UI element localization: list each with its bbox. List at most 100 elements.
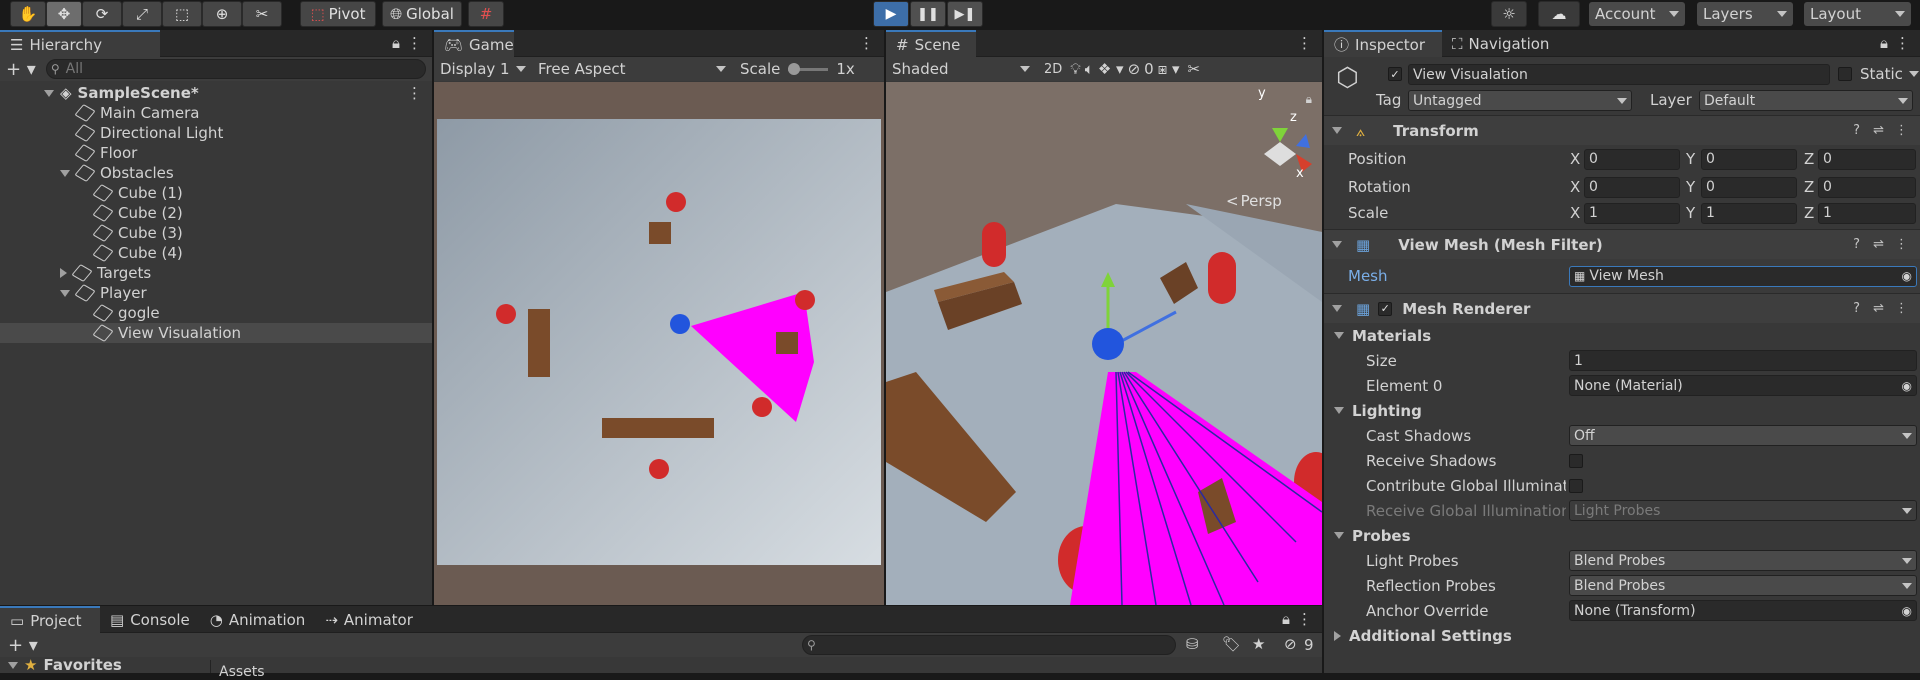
fold-icon[interactable] xyxy=(1334,630,1341,641)
aspect-dropdown[interactable]: Free Aspect xyxy=(532,58,732,80)
list-item[interactable]: Cube (2) xyxy=(0,203,432,223)
fold-icon[interactable] xyxy=(1332,305,1342,312)
scene-row[interactable]: ◈ SampleScene* ⋮ xyxy=(0,83,432,103)
list-item[interactable]: gogle xyxy=(0,303,432,323)
move-tool-button[interactable]: ✥ xyxy=(46,1,82,27)
more-icon[interactable]: ⋮ xyxy=(1895,237,1908,252)
transform-header[interactable]: ⟑ Transform ? ⇌ ⋮ xyxy=(1324,115,1920,145)
assets-breadcrumb[interactable]: Assets xyxy=(210,660,1322,680)
object-picker-icon[interactable]: ◉ xyxy=(1902,269,1912,283)
element0-field[interactable]: None (Material) ◉ xyxy=(1569,375,1917,396)
tab-project[interactable]: ▭ Project xyxy=(0,606,100,633)
more-icon[interactable]: ⋮ xyxy=(1895,301,1908,316)
more-icon[interactable]: ⋮ xyxy=(1895,34,1910,52)
help-icon[interactable]: ? xyxy=(1853,301,1860,316)
rotate-tool-button[interactable]: ⟳ xyxy=(82,1,122,27)
tab-console[interactable]: ▤ Console xyxy=(100,606,200,633)
tab-animator[interactable]: ⇢ Animator xyxy=(315,606,423,633)
persp-toggle[interactable]: < Persp xyxy=(1226,192,1282,210)
tab-navigation[interactable]: ⛶ Navigation xyxy=(1442,30,1559,57)
hidden-packages-icon[interactable]: ⊘ xyxy=(1284,635,1297,653)
rotation-y-field[interactable]: 0 xyxy=(1701,176,1797,198)
preset-icon[interactable]: ⇌ xyxy=(1873,237,1884,252)
cast-shadows-dropdown[interactable]: Off xyxy=(1569,425,1917,446)
scale-slider[interactable] xyxy=(788,62,829,75)
light-probes-dropdown[interactable]: Blend Probes xyxy=(1569,550,1917,571)
rect-tool-button[interactable]: ⬚ xyxy=(162,1,202,27)
scene-viewport[interactable]: y z x < Persp 🔒︎ xyxy=(886,82,1322,605)
lock-icon[interactable]: 🔒︎ xyxy=(1282,610,1290,628)
add-icon[interactable]: + ▾ xyxy=(6,59,36,80)
mesh-filter-header[interactable]: ▦ View Mesh (Mesh Filter) ? ⇌ ⋮ xyxy=(1324,229,1920,259)
scale-y-field[interactable]: 1 xyxy=(1701,202,1797,224)
list-item[interactable]: Targets xyxy=(0,263,432,283)
lock-icon[interactable]: 🔒︎ xyxy=(1880,34,1888,52)
static-dropdown[interactable]: Static xyxy=(1854,63,1920,85)
add-icon[interactable]: + ▾ xyxy=(8,635,38,656)
additional-settings-foldout[interactable]: Additional Settings xyxy=(1324,623,1920,648)
audio-icon[interactable]: 🔈︎ xyxy=(1085,60,1094,78)
object-picker-icon[interactable]: ◉ xyxy=(1902,379,1912,393)
reflection-probes-dropdown[interactable]: Blend Probes xyxy=(1569,575,1917,596)
toggle-2d-button[interactable]: 2D xyxy=(1040,62,1066,77)
visibility-icon[interactable]: ⊘ xyxy=(1128,60,1141,78)
fold-icon[interactable] xyxy=(8,661,18,669)
lock-icon[interactable]: 🔒︎ xyxy=(1306,92,1312,107)
list-item[interactable]: Cube (3) xyxy=(0,223,432,243)
fold-icon[interactable] xyxy=(60,268,67,278)
pause-button[interactable]: ❚❚ xyxy=(910,1,946,27)
project-search[interactable]: ⚲ xyxy=(802,635,1176,655)
tools-icon[interactable]: ✂ xyxy=(1188,60,1201,78)
position-y-field[interactable]: 0 xyxy=(1701,148,1797,170)
list-item[interactable]: Cube (1) xyxy=(0,183,432,203)
renderer-enabled-checkbox[interactable]: ✓ xyxy=(1378,301,1393,316)
contribute-gi-checkbox[interactable] xyxy=(1569,478,1583,493)
receive-shadows-checkbox[interactable] xyxy=(1569,453,1583,468)
orientation-gizmo[interactable] xyxy=(1264,142,1296,166)
layer-dropdown[interactable]: Default xyxy=(1699,90,1913,111)
fold-icon[interactable] xyxy=(1334,407,1344,414)
slider-handle[interactable] xyxy=(788,62,801,75)
layers-dropdown[interactable]: Layers xyxy=(1697,2,1793,26)
cloud-button[interactable]: ☁ xyxy=(1538,1,1580,27)
object-name-field[interactable]: View Visualation xyxy=(1408,64,1830,85)
star-icon[interactable]: ★ xyxy=(1252,635,1265,653)
preset-icon[interactable]: ⇌ xyxy=(1873,123,1884,138)
probes-foldout[interactable]: Probes xyxy=(1324,523,1920,548)
lighting-foldout[interactable]: Lighting xyxy=(1324,398,1920,423)
list-item[interactable]: Floor xyxy=(0,143,432,163)
preset-icon[interactable]: ⇌ xyxy=(1873,301,1884,316)
rotation-z-field[interactable]: 0 xyxy=(1818,176,1916,198)
static-checkbox[interactable] xyxy=(1838,67,1852,81)
account-dropdown[interactable]: Account xyxy=(1589,2,1685,26)
active-checkbox[interactable]: ✓ xyxy=(1388,67,1402,81)
list-item[interactable]: Directional Light xyxy=(0,123,432,143)
rotation-x-field[interactable]: 0 xyxy=(1584,176,1680,198)
tab-scene[interactable]: # Scene xyxy=(886,30,976,57)
scene-menu-icon[interactable]: ⋮ xyxy=(407,84,422,102)
more-icon[interactable]: ⋮ xyxy=(1297,610,1312,628)
tag-dropdown[interactable]: Untagged xyxy=(1408,90,1632,111)
materials-foldout[interactable]: Materials xyxy=(1324,323,1920,348)
object-picker-icon[interactable]: ◉ xyxy=(1902,604,1912,618)
play-button[interactable]: ▶ xyxy=(873,1,909,27)
game-viewport[interactable] xyxy=(434,82,884,605)
tab-animation[interactable]: ◔ Animation xyxy=(200,606,316,633)
tab-hierarchy[interactable]: ☰ Hierarchy xyxy=(0,30,160,57)
shading-dropdown[interactable]: Shaded xyxy=(886,58,1036,80)
transform-tool-button[interactable]: ⊕ xyxy=(202,1,242,27)
gizmos-icon[interactable]: ⧆ ▾ xyxy=(1158,60,1180,78)
effects-icon[interactable]: ❖ ▾ xyxy=(1098,60,1124,78)
mesh-field[interactable]: ▦ View Mesh ◉ xyxy=(1569,265,1917,287)
tab-game[interactable]: 🎮︎ Game xyxy=(434,30,514,57)
lock-icon[interactable]: 🔒︎ xyxy=(392,34,400,52)
step-button[interactable]: ▶❚ xyxy=(947,1,983,27)
position-x-field[interactable]: 0 xyxy=(1584,148,1680,170)
layout-dropdown[interactable]: Layout xyxy=(1804,2,1911,26)
more-icon[interactable]: ⋮ xyxy=(1895,123,1908,138)
label-icon[interactable]: 🏷︎ xyxy=(1222,635,1241,653)
fold-icon[interactable] xyxy=(1332,127,1342,134)
fold-icon[interactable] xyxy=(60,289,70,297)
hand-tool-button[interactable]: ✋ xyxy=(10,1,46,27)
size-field[interactable]: 1 xyxy=(1569,350,1917,371)
